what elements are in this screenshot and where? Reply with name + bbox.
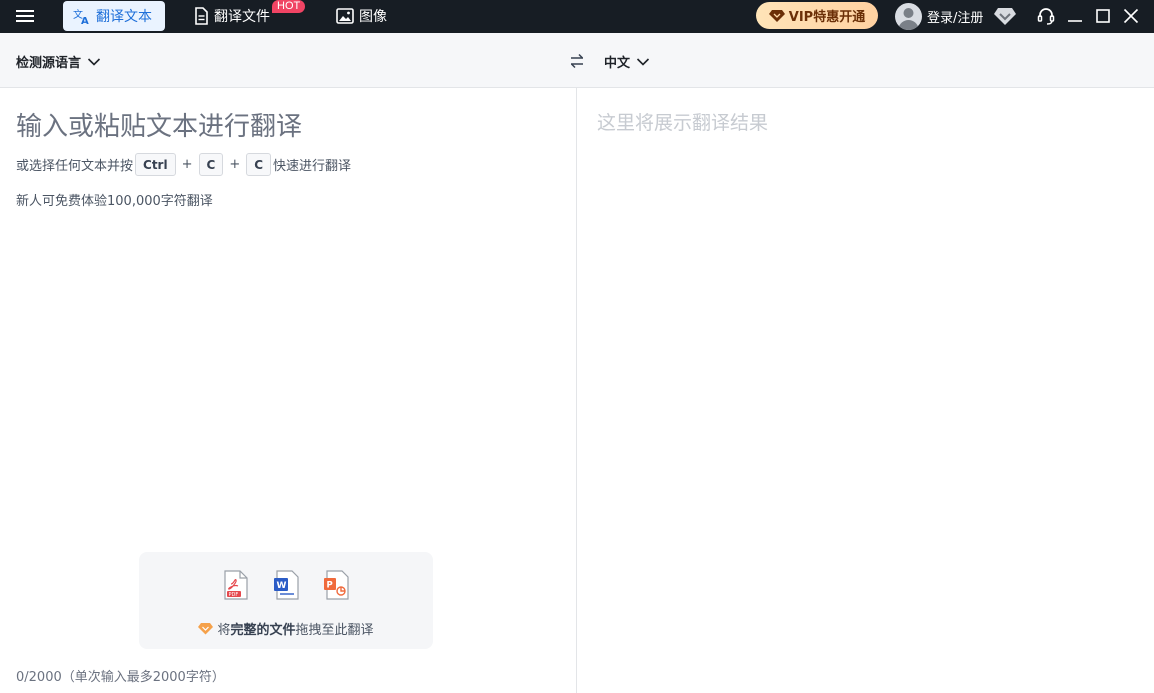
hint-suffix: 快速进行翻译: [273, 159, 352, 174]
menu-button[interactable]: [10, 4, 40, 28]
pdf-file-icon: PDF: [224, 570, 248, 600]
customer-service-button[interactable]: [1034, 4, 1058, 28]
avatar[interactable]: [895, 3, 922, 30]
target-language-select[interactable]: 中文: [604, 52, 650, 71]
member-diamond-icon: [994, 8, 1016, 25]
drop-zone-text: 将完整的文件拖拽至此翻译: [139, 619, 433, 638]
tab-label: 翻译文件: [214, 9, 270, 25]
translation-result-pane: 这里将展示翻译结果: [577, 88, 1154, 693]
drop-prefix: 将: [217, 623, 231, 638]
chevron-down-icon: [87, 57, 101, 66]
swap-icon: [570, 53, 584, 69]
tab-label: 图像: [359, 9, 387, 25]
drop-suffix: 拖拽至此翻译: [295, 623, 374, 638]
word-file-icon: W: [274, 570, 299, 600]
svg-text:W: W: [277, 581, 287, 591]
chevron-down-icon: [636, 57, 650, 66]
ppt-file-icon: P: [324, 570, 349, 600]
source-language-select[interactable]: 检测源语言: [16, 52, 101, 71]
document-icon: [195, 7, 208, 25]
key-c: C: [246, 153, 272, 176]
result-placeholder: 这里将展示翻译结果: [597, 112, 769, 134]
tab-translate-file[interactable]: 翻译文件: [183, 1, 280, 31]
login-register-link[interactable]: 登录/注册: [927, 7, 983, 26]
source-text-pane[interactable]: 输入或粘贴文本进行翻译 或选择任何文本并按 Ctrl + C + C 快速进行翻…: [0, 88, 576, 693]
close-button[interactable]: [1119, 4, 1143, 28]
plus-sign: +: [181, 157, 193, 172]
language-bar: 检测源语言 中文: [0, 33, 1154, 88]
svg-text:P: P: [327, 581, 333, 591]
translate-icon: 文 A: [73, 8, 89, 25]
tab-image[interactable]: 图像: [326, 1, 397, 31]
diamond-icon[interactable]: [994, 6, 1016, 26]
vip-diamond-icon: [768, 9, 785, 22]
user-icon: [898, 8, 919, 30]
tab-label: 翻译文本: [96, 9, 152, 25]
vip-label: VIP特惠开通: [788, 10, 866, 25]
close-icon: [1123, 8, 1139, 24]
title-bar: 文 A 翻译文本 翻译文件 HOT 图像 VIP特惠开通 登录/注册: [0, 0, 1154, 33]
key-c: C: [198, 153, 224, 176]
file-drop-zone[interactable]: PDF W P 将完整的文件拖拽至此翻译: [139, 552, 433, 649]
character-count: 0/2000（单次输入最多2000字符）: [16, 670, 225, 685]
headset-icon: [1037, 8, 1055, 25]
vip-button[interactable]: VIP特惠开通: [756, 2, 878, 29]
swap-languages-button[interactable]: [568, 52, 586, 70]
maximize-icon: [1096, 9, 1110, 23]
gem-icon: [198, 623, 214, 635]
plus-sign: +: [229, 157, 241, 172]
source-placeholder[interactable]: 输入或粘贴文本进行翻译: [16, 106, 302, 143]
new-user-promo: 新人可免费体验100,000字符翻译: [16, 194, 213, 209]
maximize-button[interactable]: [1091, 4, 1115, 28]
minimize-icon: [1068, 20, 1082, 22]
minimize-button[interactable]: [1063, 4, 1087, 28]
hamburger-icon: [16, 10, 34, 22]
svg-text:A: A: [81, 16, 89, 25]
tab-translate-text[interactable]: 文 A 翻译文本: [63, 1, 165, 31]
hot-badge: HOT: [272, 0, 306, 13]
hint-prefix: 或选择任何文本并按: [16, 159, 134, 174]
image-icon: [336, 8, 354, 24]
drop-bold-text: 完整的文件: [230, 623, 296, 638]
key-ctrl: Ctrl: [135, 153, 176, 176]
svg-text:PDF: PDF: [229, 592, 239, 598]
target-language-label: 中文: [604, 56, 631, 71]
shortcut-hint: 或选择任何文本并按 Ctrl + C + C 快速进行翻译: [16, 153, 351, 176]
source-language-label: 检测源语言: [16, 56, 82, 71]
